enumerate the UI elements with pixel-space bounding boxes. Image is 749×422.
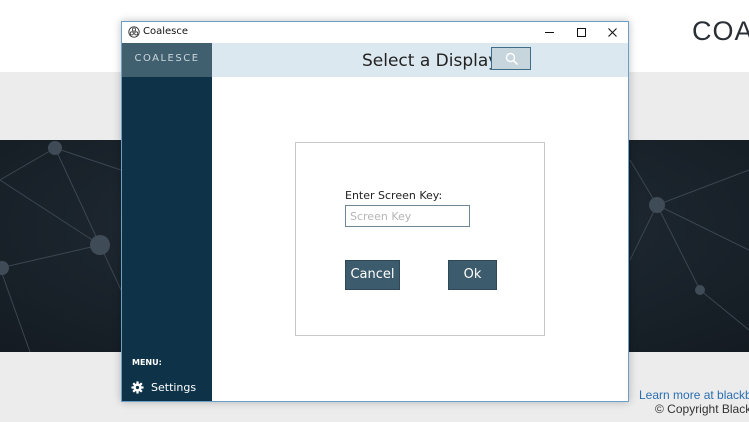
screen-key-dialog: Enter Screen Key: Cancel Ok xyxy=(295,142,545,336)
sidebar-item-label: Settings xyxy=(151,381,197,394)
brand-bar: COALESCE xyxy=(122,43,212,77)
minimize-icon xyxy=(545,32,554,33)
page-title: Select a Display xyxy=(362,51,499,71)
cancel-button[interactable]: Cancel xyxy=(345,260,400,290)
app-window: Coalesce COALESCE MENU: Settings Select … xyxy=(121,21,629,402)
close-icon xyxy=(608,28,617,37)
learn-more-link[interactable]: Learn more at blackbc xyxy=(639,388,749,402)
window-title: Coalesce xyxy=(143,26,189,37)
brand-label: COALESCE xyxy=(134,53,200,64)
background-logo: COA xyxy=(692,16,749,46)
minimize-button[interactable] xyxy=(533,22,566,43)
gear-icon xyxy=(131,381,144,394)
search-icon xyxy=(505,52,519,66)
menu-label: MENU: xyxy=(132,358,162,367)
search-button[interactable] xyxy=(491,47,531,70)
ok-button[interactable]: Ok xyxy=(448,260,497,290)
copyright-text: © Copyright Black xyxy=(655,402,749,416)
close-button[interactable] xyxy=(596,22,629,43)
main-content: Enter Screen Key: Cancel Ok xyxy=(212,77,628,401)
sidebar-item-settings[interactable]: Settings xyxy=(131,379,209,397)
header-bar: Select a Display xyxy=(212,43,628,77)
sidebar: COALESCE MENU: Settings xyxy=(122,43,212,401)
screen-key-input[interactable] xyxy=(345,205,470,227)
screen-key-label: Enter Screen Key: xyxy=(345,189,443,202)
title-bar[interactable]: Coalesce xyxy=(122,22,628,43)
maximize-button[interactable] xyxy=(565,22,598,43)
app-logo-icon xyxy=(128,26,140,38)
maximize-icon xyxy=(577,28,586,37)
